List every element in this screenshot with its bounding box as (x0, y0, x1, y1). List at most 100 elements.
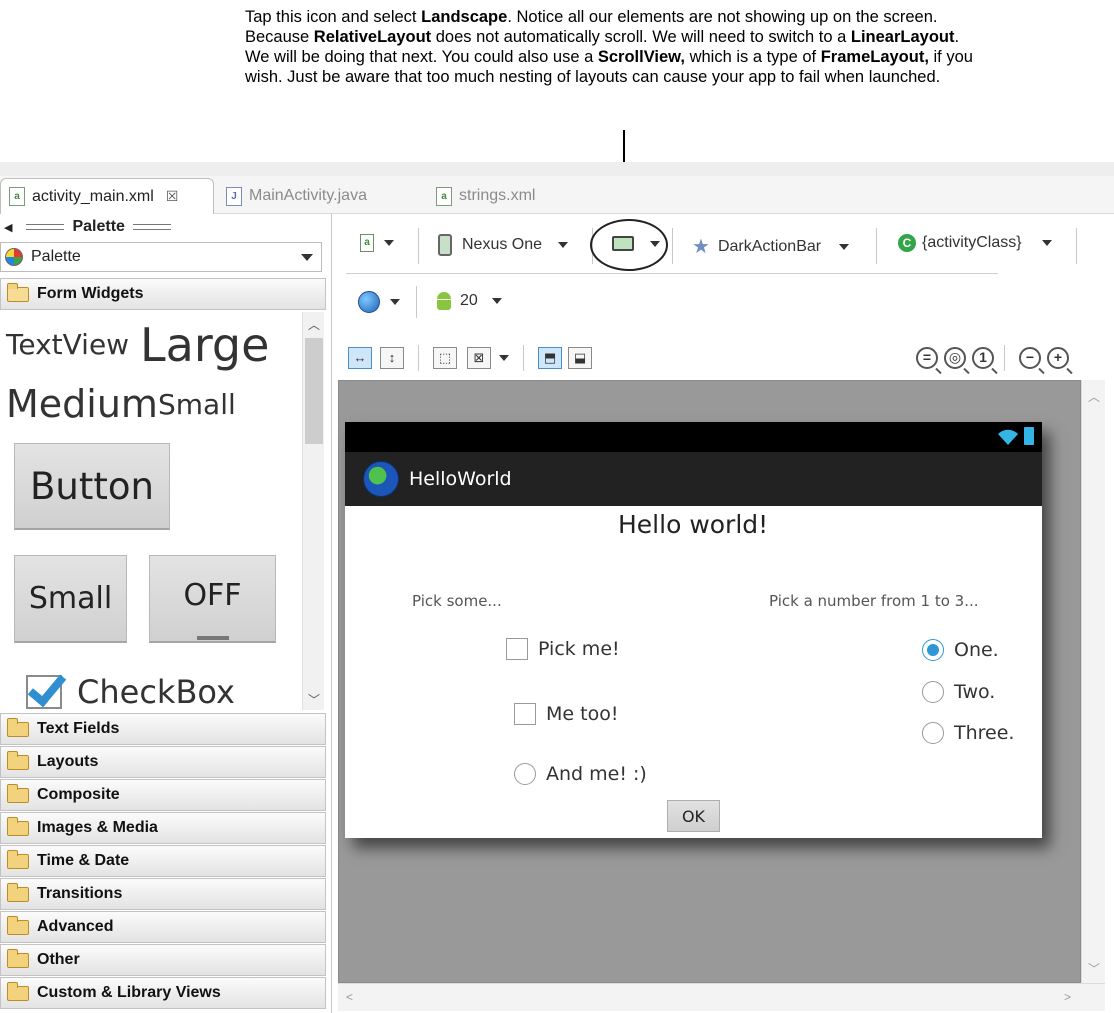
scrollbar-thumb[interactable] (305, 338, 323, 444)
locale-dropdown[interactable] (358, 291, 400, 313)
annotation-text: Tap this icon and select Landscape. Noti… (245, 7, 975, 87)
highlight-ellipse (590, 219, 668, 271)
chevron-down-icon (390, 299, 400, 305)
layout-actions: ↔ ↕ ⬚ ⊠ ⬒ ⬓ (348, 345, 592, 371)
layout-file-dropdown[interactable]: a (360, 234, 394, 252)
phone-icon (438, 234, 452, 256)
hello-text: Hello world! (618, 510, 769, 539)
folder-icon (7, 882, 29, 902)
palette-category[interactable]: Composite (0, 779, 326, 811)
device-name: Nexus One (462, 236, 543, 253)
pick-number-label: Pick a number from 1 to 3... (769, 592, 979, 610)
palette-category[interactable]: Layouts (0, 746, 326, 778)
device-screen[interactable]: HelloWorld Hello world! Pick some... Pic… (345, 422, 1042, 838)
zoom-fit-icon[interactable]: = (916, 347, 938, 369)
widget-small-text[interactable]: Small (158, 388, 236, 421)
category-label: Advanced (37, 918, 114, 935)
emulate-size-icon[interactable]: ⬒ (538, 347, 562, 369)
palette-category[interactable]: Time & Date (0, 845, 326, 877)
widget-small-button[interactable]: Small (14, 555, 127, 643)
globe-icon (358, 291, 380, 313)
palette-selector-value: Palette (31, 248, 81, 265)
fill-width-icon[interactable]: ↔ (348, 347, 372, 369)
xml-file-icon: a (9, 187, 25, 206)
palette-selector[interactable]: Palette (0, 242, 322, 272)
tab-activity-main-xml[interactable]: a activity_main.xml ☒ (0, 178, 214, 214)
zoom-out-icon[interactable]: − (1019, 347, 1041, 369)
widget-medium-text[interactable]: Medium (6, 382, 158, 426)
android-icon (434, 292, 454, 310)
checkbox-pick-me[interactable] (506, 638, 528, 660)
app-icon (363, 461, 399, 497)
chevron-down-icon (839, 243, 850, 250)
canvas-horizontal-scrollbar[interactable]: < > (338, 983, 1105, 1011)
folder-icon (7, 915, 29, 935)
close-icon[interactable]: ☒ (166, 188, 179, 205)
scroll-up-icon[interactable]: ︿ (1088, 388, 1100, 405)
tab-strings-xml[interactable]: a strings.xml (436, 178, 535, 214)
folder-icon (7, 750, 29, 770)
xml-file-icon: a (436, 186, 452, 206)
drag-handle-icon[interactable] (26, 224, 65, 230)
clear-constraints-icon[interactable]: ⊠ (467, 347, 491, 369)
scroll-down-icon[interactable]: ﹀ (1088, 960, 1100, 977)
collapse-left-icon[interactable]: ◀ (4, 221, 12, 234)
theme-dropdown[interactable]: ★ DarkActionBar (692, 234, 850, 259)
palette-category[interactable]: Custom & Library Views (0, 977, 326, 1009)
category-form-widgets[interactable]: Form Widgets (0, 278, 326, 310)
widget-large-text[interactable]: Large (140, 318, 269, 372)
category-label: Layouts (37, 753, 99, 770)
category-label: Other (37, 951, 80, 968)
category-label: Time & Date (37, 852, 130, 869)
palette-category[interactable]: Other (0, 944, 326, 976)
widget-textview[interactable]: TextView (6, 328, 129, 361)
checkbox-checked-icon (26, 675, 62, 709)
toggle-indicator (197, 636, 229, 640)
radio-and-me[interactable] (514, 763, 536, 785)
palette-category[interactable]: Images & Media (0, 812, 326, 844)
radio-three[interactable] (922, 722, 944, 744)
radio-one[interactable] (922, 639, 944, 661)
folder-open-icon (7, 282, 29, 302)
theme-name: DarkActionBar (717, 237, 822, 255)
scroll-right-icon[interactable]: > (1064, 990, 1071, 1004)
annotation-keyword: LinearLayout (850, 28, 955, 46)
drag-handle-icon[interactable] (132, 224, 171, 230)
radio-two[interactable] (922, 681, 944, 703)
palette-title: Palette (72, 218, 125, 235)
chevron-down-icon[interactable] (499, 355, 509, 361)
palette-scrollbar[interactable]: ︿ ﹀ (302, 312, 324, 710)
device-dropdown[interactable]: Nexus One (438, 234, 569, 256)
widget-toggle-button[interactable]: OFF (149, 555, 276, 643)
palette-category[interactable]: Text Fields (0, 713, 326, 745)
api-level: 20 (460, 292, 478, 309)
scroll-up-icon[interactable]: ︿ (308, 316, 320, 333)
radio-label: And me! :) (546, 763, 647, 785)
scroll-down-icon[interactable]: ﹀ (308, 691, 320, 708)
folder-icon (7, 849, 29, 869)
zoom-in-icon[interactable]: + (1047, 347, 1069, 369)
tab-main-activity-java[interactable]: J MainActivity.java (226, 178, 367, 214)
status-bar (345, 422, 1042, 452)
checkbox-me-too[interactable] (514, 703, 536, 725)
star-icon: ★ (692, 236, 710, 258)
palette-category[interactable]: Advanced (0, 911, 326, 943)
category-label: Composite (37, 786, 120, 803)
folder-icon (7, 981, 29, 1001)
zoom-real-icon[interactable]: ◎ (944, 347, 966, 369)
chevron-down-icon (491, 298, 502, 304)
snap-icon[interactable]: ⬓ (568, 347, 592, 369)
annotation-segment: does not automatically scroll. We will n… (431, 28, 851, 46)
api-level-dropdown[interactable]: 20 (434, 292, 502, 310)
zoom-100-icon[interactable]: 1 (972, 347, 994, 369)
widget-button[interactable]: Button (14, 443, 170, 530)
palette-category[interactable]: Transitions (0, 878, 326, 910)
margins-icon[interactable]: ⬚ (433, 347, 457, 369)
scroll-left-icon[interactable]: < (346, 990, 353, 1004)
tab-label: MainActivity.java (249, 187, 367, 204)
activity-dropdown[interactable]: C {activityClass} (898, 234, 1052, 252)
ok-button[interactable]: OK (667, 800, 720, 832)
canvas-vertical-scrollbar[interactable]: ︿ ﹀ (1081, 380, 1105, 983)
fill-height-icon[interactable]: ↕ (380, 347, 404, 369)
widget-checkbox[interactable]: CheckBox (77, 673, 235, 711)
